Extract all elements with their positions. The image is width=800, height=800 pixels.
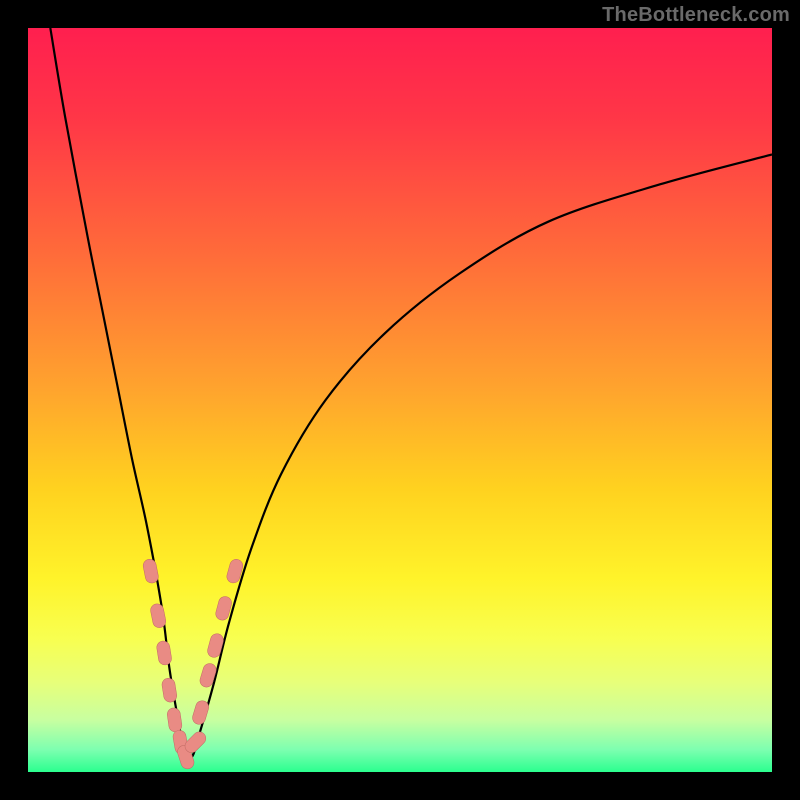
bottleneck-chart — [0, 0, 800, 800]
watermark-text: TheBottleneck.com — [602, 4, 790, 27]
gradient-background — [28, 28, 772, 772]
chart-frame: TheBottleneck.com — [0, 0, 800, 800]
